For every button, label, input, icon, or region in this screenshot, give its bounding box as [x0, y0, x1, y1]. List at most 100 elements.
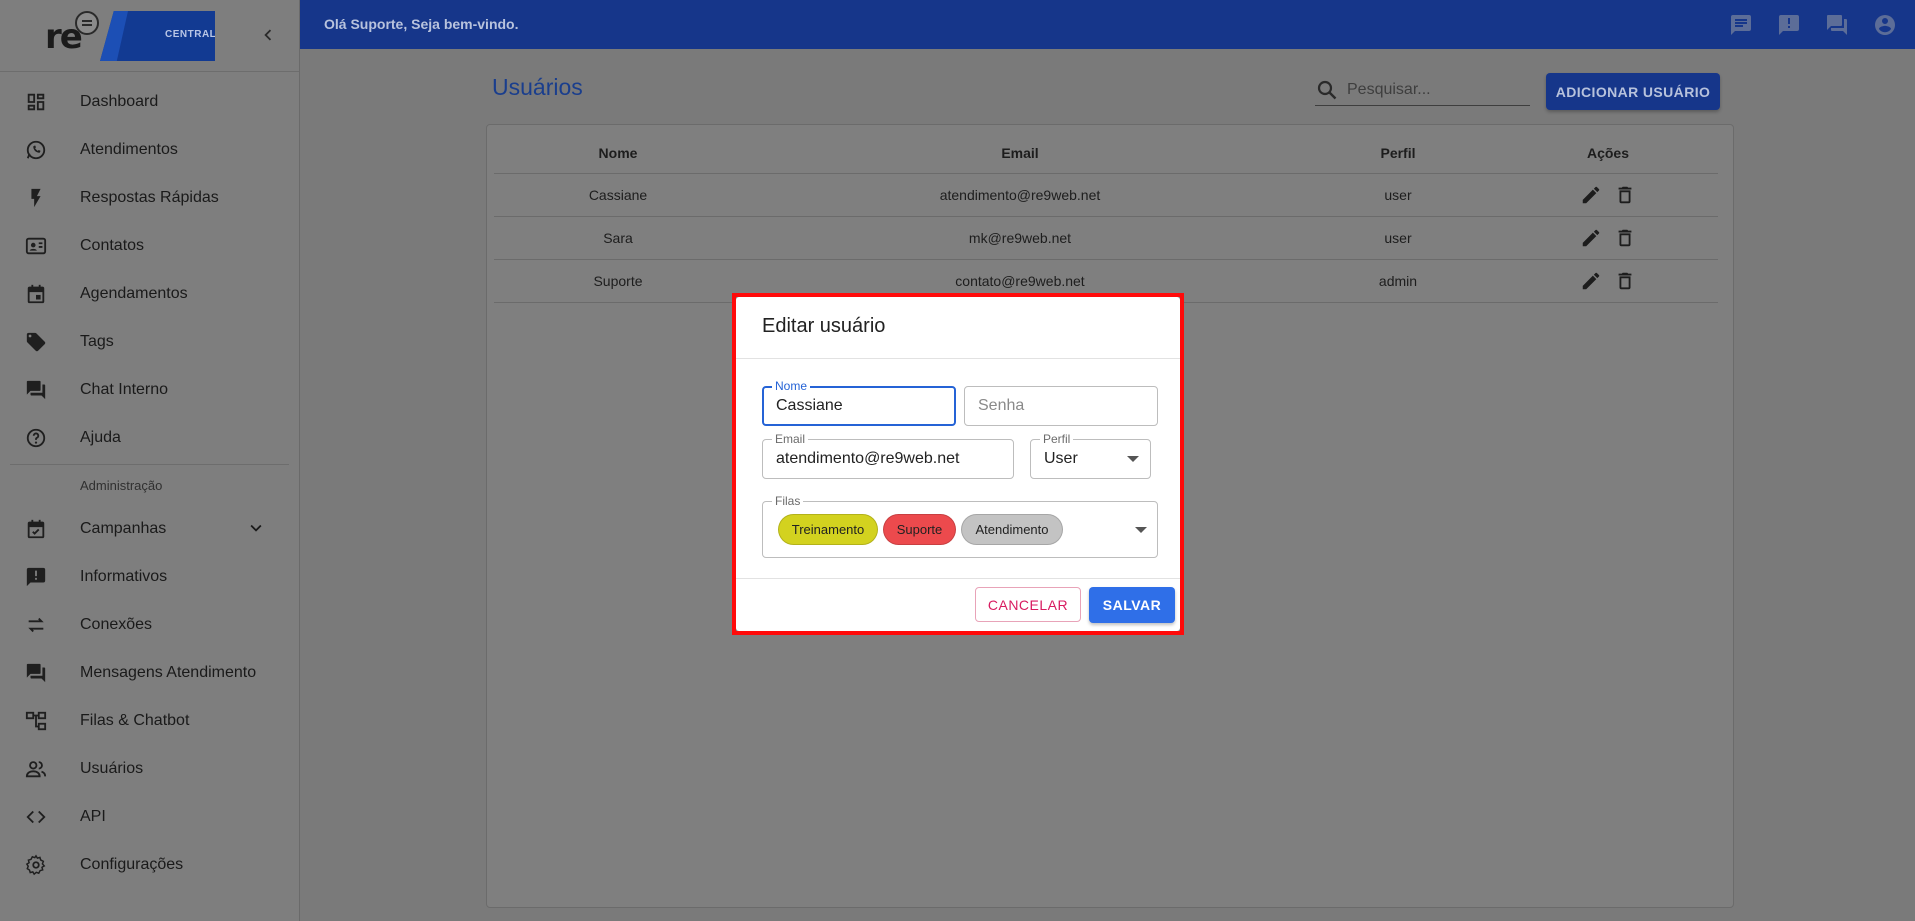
- add-user-button[interactable]: ADICIONAR USUÁRIO: [1546, 73, 1720, 110]
- announcement-icon[interactable]: [1777, 13, 1801, 37]
- senha-input[interactable]: [978, 396, 1144, 416]
- email-label: Email: [772, 432, 809, 446]
- sidebar-item-conexoes[interactable]: Conexões: [0, 601, 299, 649]
- sidebar-item-label: Informativos: [80, 568, 168, 585]
- chevron-down-icon[interactable]: [245, 517, 267, 544]
- cancel-button[interactable]: CANCELAR: [975, 587, 1081, 622]
- sidebar-item-label: API: [80, 808, 106, 825]
- column-header-nome: Nome: [494, 133, 742, 174]
- cell-nome: Cassiane: [494, 173, 742, 217]
- search-field: [1315, 76, 1530, 106]
- sidebar-item-configuracoes[interactable]: Configurações: [0, 841, 299, 889]
- cell-nome: Sara: [494, 216, 742, 260]
- fila-chip-treinamento[interactable]: Treinamento: [778, 514, 878, 545]
- filas-select[interactable]: Filas Treinamento Suporte Atendimento: [762, 494, 1158, 558]
- sidebar-item-label: Configurações: [80, 856, 184, 873]
- delete-icon[interactable]: [1614, 270, 1636, 292]
- cell-nome: Suporte: [494, 259, 742, 303]
- sidebar-item-chat-interno[interactable]: Chat Interno: [0, 366, 299, 414]
- logo-badge: CENTRAL: [100, 11, 215, 61]
- sidebar-item-contatos[interactable]: Contatos: [0, 222, 299, 270]
- sidebar-item-label: Mensagens Atendimento: [80, 664, 257, 681]
- delete-icon[interactable]: [1614, 227, 1636, 249]
- sidebar-item-atendimentos[interactable]: Atendimentos: [0, 126, 299, 174]
- collapse-sidebar-button[interactable]: [256, 24, 280, 48]
- whatsapp-icon: [24, 139, 48, 161]
- sidebar-item-label: Respostas Rápidas: [80, 189, 219, 206]
- save-button[interactable]: SALVAR: [1089, 587, 1175, 623]
- account-circle-icon[interactable]: [1873, 13, 1897, 37]
- sync-arrows-icon: [24, 614, 48, 636]
- search-icon: [1315, 78, 1339, 102]
- dropdown-arrow-icon: [1127, 456, 1139, 462]
- table-row: Cassiane atendimento@re9web.net user: [494, 173, 1718, 217]
- filas-label: Filas: [772, 494, 804, 508]
- column-header-perfil: Perfil: [1298, 133, 1498, 174]
- cell-email: mk@re9web.net: [742, 216, 1298, 260]
- column-header-email: Email: [742, 133, 1298, 174]
- sidebar-item-label: Dashboard: [80, 93, 159, 110]
- fila-chip-atendimento[interactable]: Atendimento: [961, 514, 1063, 545]
- sidebar-item-mensagens-atendimento[interactable]: Mensagens Atendimento: [0, 649, 299, 697]
- calendar-icon: [24, 283, 48, 305]
- nome-field: Nome: [762, 379, 956, 426]
- sidebar-item-usuarios[interactable]: Usuários: [0, 745, 299, 793]
- cell-perfil: admin: [1298, 259, 1498, 303]
- sidebar-item-ajuda[interactable]: Ajuda: [0, 414, 299, 462]
- cell-perfil: user: [1298, 173, 1498, 217]
- perfil-select[interactable]: Perfil User: [1030, 432, 1151, 479]
- forum-icon[interactable]: [1825, 13, 1849, 37]
- sidebar-item-label: Chat Interno: [80, 381, 169, 398]
- table-header-row: Nome Email Perfil Ações: [494, 133, 1718, 174]
- people-icon: [24, 758, 48, 780]
- sidebar-item-api[interactable]: API: [0, 793, 299, 841]
- chat-icon[interactable]: [1729, 13, 1753, 37]
- edit-icon[interactable]: [1580, 270, 1602, 292]
- announcement-icon: [24, 566, 48, 588]
- sidebar-item-agendamentos[interactable]: Agendamentos: [0, 270, 299, 318]
- sidebar-item-informativos[interactable]: Informativos: [0, 553, 299, 601]
- edit-icon[interactable]: [1580, 227, 1602, 249]
- email-field: Email: [762, 432, 1014, 479]
- cell-acoes: [1498, 216, 1718, 260]
- sidebar-admin-header: Administração: [80, 477, 163, 493]
- table-row: Sara mk@re9web.net user: [494, 216, 1718, 260]
- sidebar-item-label: Usuários: [80, 760, 144, 777]
- logo-badge-text: CENTRAL: [165, 29, 217, 40]
- delete-icon[interactable]: [1614, 184, 1636, 206]
- brand-logo: re CENTRAL: [45, 11, 215, 61]
- logo-bubble-icon: [75, 11, 99, 35]
- greeting-text: Olá Suporte, Seja bem-vindo.: [324, 16, 519, 32]
- nome-input[interactable]: [776, 396, 940, 416]
- forum-icon: [24, 662, 48, 684]
- column-header-acoes: Ações: [1498, 133, 1718, 174]
- cell-acoes: [1498, 173, 1718, 217]
- fila-chip-suporte[interactable]: Suporte: [883, 514, 956, 545]
- sidebar-item-filas-chatbot[interactable]: Filas & Chatbot: [0, 697, 299, 745]
- contact-card-icon: [24, 235, 48, 257]
- event-check-icon: [24, 518, 48, 540]
- account-tree-icon: [24, 710, 48, 732]
- page-title: Usuários: [492, 74, 583, 100]
- sidebar-item-tags[interactable]: Tags: [0, 318, 299, 366]
- edit-icon[interactable]: [1580, 184, 1602, 206]
- sidebar-item-dashboard[interactable]: Dashboard: [0, 78, 299, 126]
- email-input[interactable]: [776, 449, 1000, 469]
- sidebar-item-label: Atendimentos: [80, 141, 178, 158]
- forum-icon: [24, 379, 48, 401]
- sidebar-item-respostas-rapidas[interactable]: Respostas Rápidas: [0, 174, 299, 222]
- sidebar-item-label: Conexões: [80, 616, 153, 633]
- dialog-title: Editar usuário: [762, 315, 886, 337]
- sidebar-item-label: Agendamentos: [80, 285, 188, 302]
- senha-field: [964, 386, 1158, 426]
- tag-icon: [24, 331, 48, 353]
- sidebar-item-label: Tags: [80, 333, 114, 350]
- dashboard-icon: [24, 91, 48, 113]
- sidebar-item-label: Filas & Chatbot: [80, 712, 190, 729]
- sidebar-item-label: Ajuda: [80, 429, 121, 446]
- code-icon: [24, 806, 48, 828]
- gear-icon: [24, 854, 48, 876]
- sidebar-item-campanhas[interactable]: Campanhas: [0, 505, 299, 553]
- search-input[interactable]: [1347, 78, 1527, 102]
- sidebar-item-label: Contatos: [80, 237, 145, 254]
